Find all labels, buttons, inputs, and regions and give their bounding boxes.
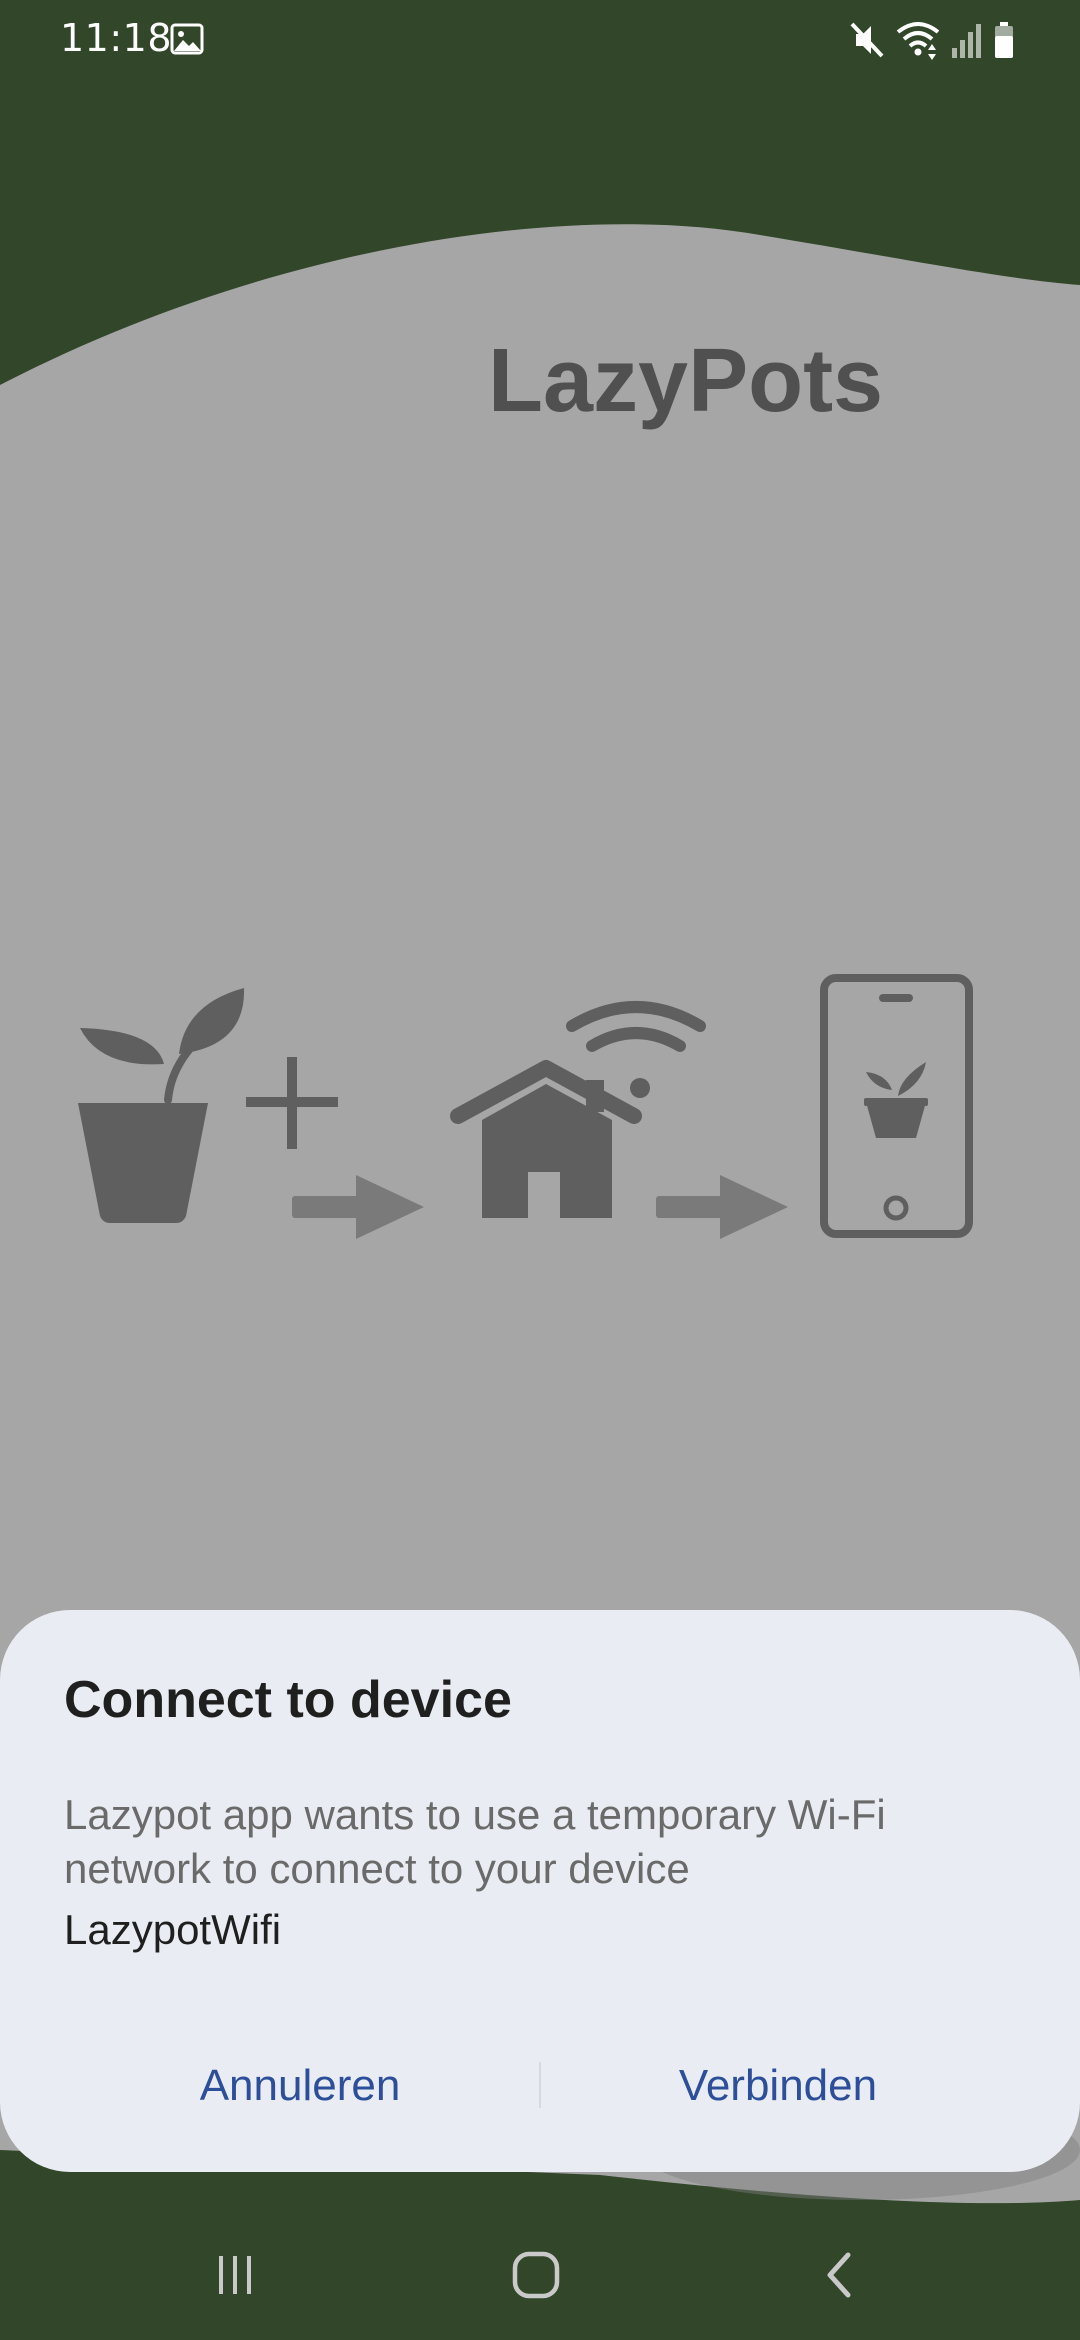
recents-button[interactable] <box>175 2240 295 2310</box>
connect-dialog: Connect to device Lazypot app wants to u… <box>0 1610 1080 2172</box>
home-button[interactable] <box>476 2240 596 2310</box>
mute-icon <box>850 22 884 58</box>
plant-pot-icon <box>78 988 245 1223</box>
back-icon <box>827 2252 851 2298</box>
app-title: LazyPots <box>488 331 884 431</box>
dialog-actions: Annuleren Verbinden <box>0 2040 1080 2130</box>
recents-icon <box>219 2256 251 2294</box>
navigation-bar <box>0 2220 1080 2330</box>
battery-icon <box>995 22 1013 58</box>
phone-plant-icon <box>820 974 973 1238</box>
network-name: LazypotWifi <box>64 1906 282 1953</box>
signal-icon <box>952 24 981 58</box>
cancel-button[interactable]: Annuleren <box>90 2040 510 2130</box>
gallery-icon <box>170 23 204 55</box>
dialog-message: Lazypot app wants to use a temporary Wi-… <box>64 1791 886 1892</box>
plus-icon <box>246 1057 338 1149</box>
setup-illustration <box>78 974 973 1239</box>
home-icon <box>512 2251 560 2299</box>
dialog-title: Connect to device <box>64 1671 512 1729</box>
status-time: 11:18 <box>60 16 173 60</box>
arrow-right-icon <box>292 1175 424 1239</box>
button-divider <box>539 2062 541 2108</box>
back-button[interactable] <box>780 2240 900 2310</box>
wifi-icon <box>896 22 940 60</box>
arrow-right-icon <box>656 1175 788 1239</box>
connect-button[interactable]: Verbinden <box>568 2040 988 2130</box>
status-bar: 11:18 <box>0 0 1080 80</box>
home-wifi-icon <box>450 1001 706 1218</box>
